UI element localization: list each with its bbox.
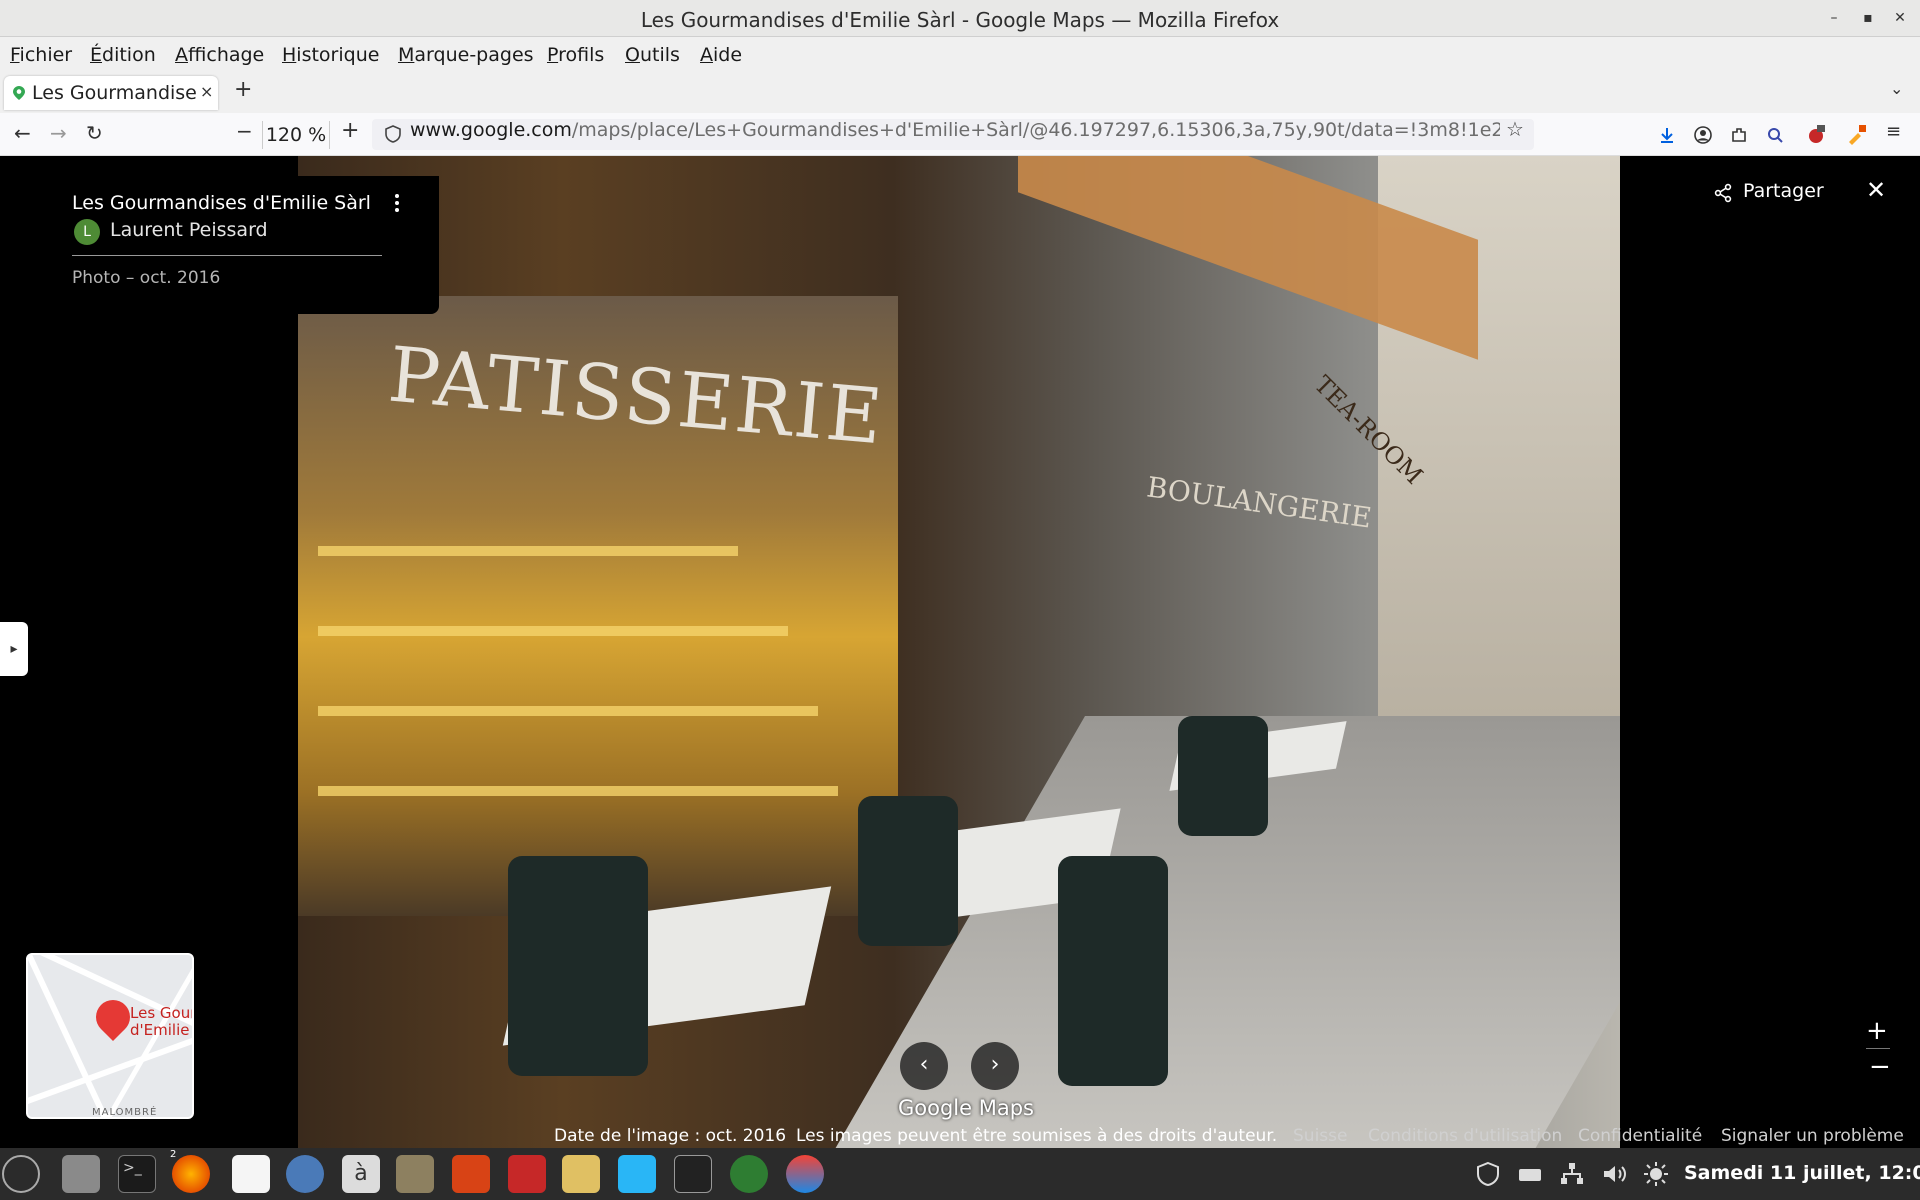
- menu-profils[interactable]: Profils: [547, 44, 604, 66]
- navigation-bar: ← → ↻ − 120 % + www.google.com/maps/plac…: [0, 113, 1920, 156]
- divider: [1866, 1048, 1890, 1049]
- network-icon[interactable]: [1558, 1161, 1586, 1187]
- brightness-icon[interactable]: [1642, 1161, 1670, 1187]
- url-path: /maps/place/Les+Gourmandises+d'Emilie+Sà…: [571, 119, 1500, 141]
- menu-bar: Fichier Édition Affichage Historique Mar…: [0, 37, 1920, 73]
- list-all-tabs-chevron-icon[interactable]: ⌄: [1890, 79, 1903, 98]
- forward-arrow-icon[interactable]: →: [50, 121, 67, 145]
- volume-icon[interactable]: [1600, 1161, 1628, 1187]
- new-tab-button[interactable]: +: [234, 77, 252, 102]
- reload-icon[interactable]: ↻: [86, 121, 103, 145]
- image-date: Date de l'image : oct. 2016: [554, 1126, 787, 1146]
- extensions-puzzle-icon[interactable]: [1729, 125, 1749, 145]
- url-text[interactable]: www.google.com/maps/place/Les+Gourmandis…: [410, 119, 1500, 141]
- site-security-shield-icon[interactable]: [385, 125, 401, 143]
- firefox-icon[interactable]: [172, 1155, 210, 1193]
- tab-google-maps[interactable]: Les Gourmandises d'Emilie Sàrl - Google …: [4, 76, 218, 110]
- close-viewer-icon[interactable]: ✕: [1866, 176, 1886, 204]
- window-close-button[interactable]: ✕: [1888, 7, 1912, 29]
- clock[interactable]: Samedi 11 juillet, 12:01: [1684, 1162, 1920, 1184]
- minimize-button[interactable]: –: [1822, 7, 1846, 29]
- app-swirl-icon[interactable]: [286, 1155, 324, 1193]
- url-domain: www.google.com: [410, 119, 572, 141]
- minimap-area-label: MALOMBRÉ: [92, 1107, 158, 1118]
- zoom-out-button[interactable]: −: [236, 119, 253, 143]
- window-title: Les Gourmandises d'Emilie Sàrl - Google …: [640, 8, 1280, 32]
- next-photo-chevron-icon[interactable]: ›: [971, 1042, 1019, 1090]
- footer-privacy-link[interactable]: Confidentialité: [1578, 1126, 1702, 1146]
- qr-code-icon[interactable]: [508, 1155, 546, 1193]
- tab-close-icon[interactable]: ×: [200, 82, 213, 101]
- clean-extension-icon[interactable]: [1846, 125, 1866, 145]
- photo-date: Photo – oct. 2016: [72, 268, 221, 288]
- menu-marque-pages[interactable]: Marque-pages: [398, 44, 534, 66]
- maps-footer: Date de l'image : oct. 2016 Les images p…: [548, 1126, 1920, 1148]
- firefox-window-count-badge: 2: [170, 1149, 177, 1160]
- account-icon[interactable]: [1693, 125, 1713, 145]
- menu-affichage[interactable]: Affichage: [175, 44, 264, 66]
- photo-chair: [508, 856, 648, 1076]
- avatar[interactable]: L: [74, 219, 100, 245]
- minimap-label-line1: Les Gour: [130, 1004, 194, 1022]
- sign-boulangerie: BOULANGERIE: [1144, 470, 1374, 535]
- maps-favicon-icon: [13, 86, 25, 100]
- tab-strip: Les Gourmandises d'Emilie Sàrl - Google …: [0, 73, 1920, 113]
- cleaner-broom-icon[interactable]: [562, 1155, 600, 1193]
- footer-report-link[interactable]: Signaler un problème: [1721, 1126, 1904, 1146]
- hamburger-menu-icon[interactable]: ≡: [1886, 121, 1901, 142]
- menu-outils[interactable]: Outils: [625, 44, 680, 66]
- footer-country-link[interactable]: Suisse: [1293, 1126, 1347, 1146]
- text-editor-icon[interactable]: [232, 1155, 270, 1193]
- menu-fichier[interactable]: Fichier: [10, 44, 72, 66]
- bookmark-star-icon[interactable]: ☆: [1506, 117, 1524, 141]
- zoom-level-indicator[interactable]: 120 %: [262, 121, 330, 149]
- maximize-button[interactable]: ▪: [1856, 7, 1880, 29]
- more-options-icon[interactable]: [394, 192, 400, 216]
- place-title[interactable]: Les Gourmandises d'Emilie Sàrl: [72, 192, 371, 214]
- minimap-label-line2: d'Emilie: [130, 1021, 190, 1039]
- map-zoom-in-button[interactable]: +: [1866, 1016, 1888, 1046]
- terminal-icon[interactable]: >_: [118, 1155, 156, 1193]
- menu-aide[interactable]: Aide: [700, 44, 742, 66]
- taskbar: >_ 2 à Samedi 11 juillet, 12:01: [0, 1148, 1920, 1200]
- minimap[interactable]: Les Gour d'Emilie MALOMBRÉ: [26, 953, 194, 1119]
- window-titlebar: Les Gourmandises d'Emilie Sàrl - Google …: [0, 0, 1920, 37]
- photo-chair: [858, 796, 958, 946]
- photo-info-panel: Les Gourmandises d'Emilie Sàrl L Laurent…: [48, 176, 439, 314]
- drive-icon[interactable]: [1516, 1161, 1544, 1187]
- maps-photo-viewer: PATISSERIE BOULANGERIE TEA-ROOM Les Gour…: [0, 156, 1920, 1148]
- expand-side-panel-chevron-icon[interactable]: ▸: [0, 622, 28, 676]
- video-editor-clapper-icon[interactable]: [674, 1155, 712, 1193]
- menu-edition[interactable]: Édition: [90, 44, 156, 66]
- footer-terms-link[interactable]: Conditions d'utilisation: [1368, 1126, 1562, 1146]
- photo-chair: [1058, 856, 1168, 1086]
- google-maps-logo: Google Maps: [898, 1096, 1034, 1120]
- photo-author[interactable]: Laurent Peissard: [110, 219, 268, 241]
- start-menu-icon[interactable]: [2, 1155, 40, 1193]
- previous-photo-chevron-icon[interactable]: ‹: [900, 1042, 948, 1090]
- copyright-notice: Les images peuvent être soumises à des d…: [796, 1126, 1278, 1146]
- divider: [72, 255, 382, 256]
- gimp-icon[interactable]: [396, 1155, 434, 1193]
- sync-icon[interactable]: [618, 1155, 656, 1193]
- file-manager-icon[interactable]: [62, 1155, 100, 1193]
- privacy-extension-icon[interactable]: [1806, 125, 1826, 145]
- security-shield-icon[interactable]: [1474, 1161, 1502, 1187]
- character-map-icon[interactable]: à: [342, 1155, 380, 1193]
- search-extension-icon[interactable]: [1765, 125, 1785, 145]
- green-app-icon[interactable]: [730, 1155, 768, 1193]
- share-label: Partager: [1743, 180, 1824, 202]
- downloader-icon[interactable]: [452, 1155, 490, 1193]
- audio-app-headphones-icon[interactable]: [786, 1155, 824, 1193]
- downloads-icon[interactable]: [1657, 125, 1677, 145]
- map-zoom-out-button[interactable]: −: [1869, 1052, 1891, 1082]
- tab-label: Les Gourmandises d'Emilie Sàrl - Google …: [32, 82, 197, 104]
- back-arrow-icon[interactable]: ←: [14, 121, 31, 145]
- share-icon: [1714, 183, 1732, 203]
- photo-chair: [1178, 716, 1268, 836]
- menu-historique[interactable]: Historique: [282, 44, 379, 66]
- zoom-in-button[interactable]: +: [341, 118, 359, 143]
- street-photo[interactable]: PATISSERIE BOULANGERIE TEA-ROOM: [298, 156, 1620, 1148]
